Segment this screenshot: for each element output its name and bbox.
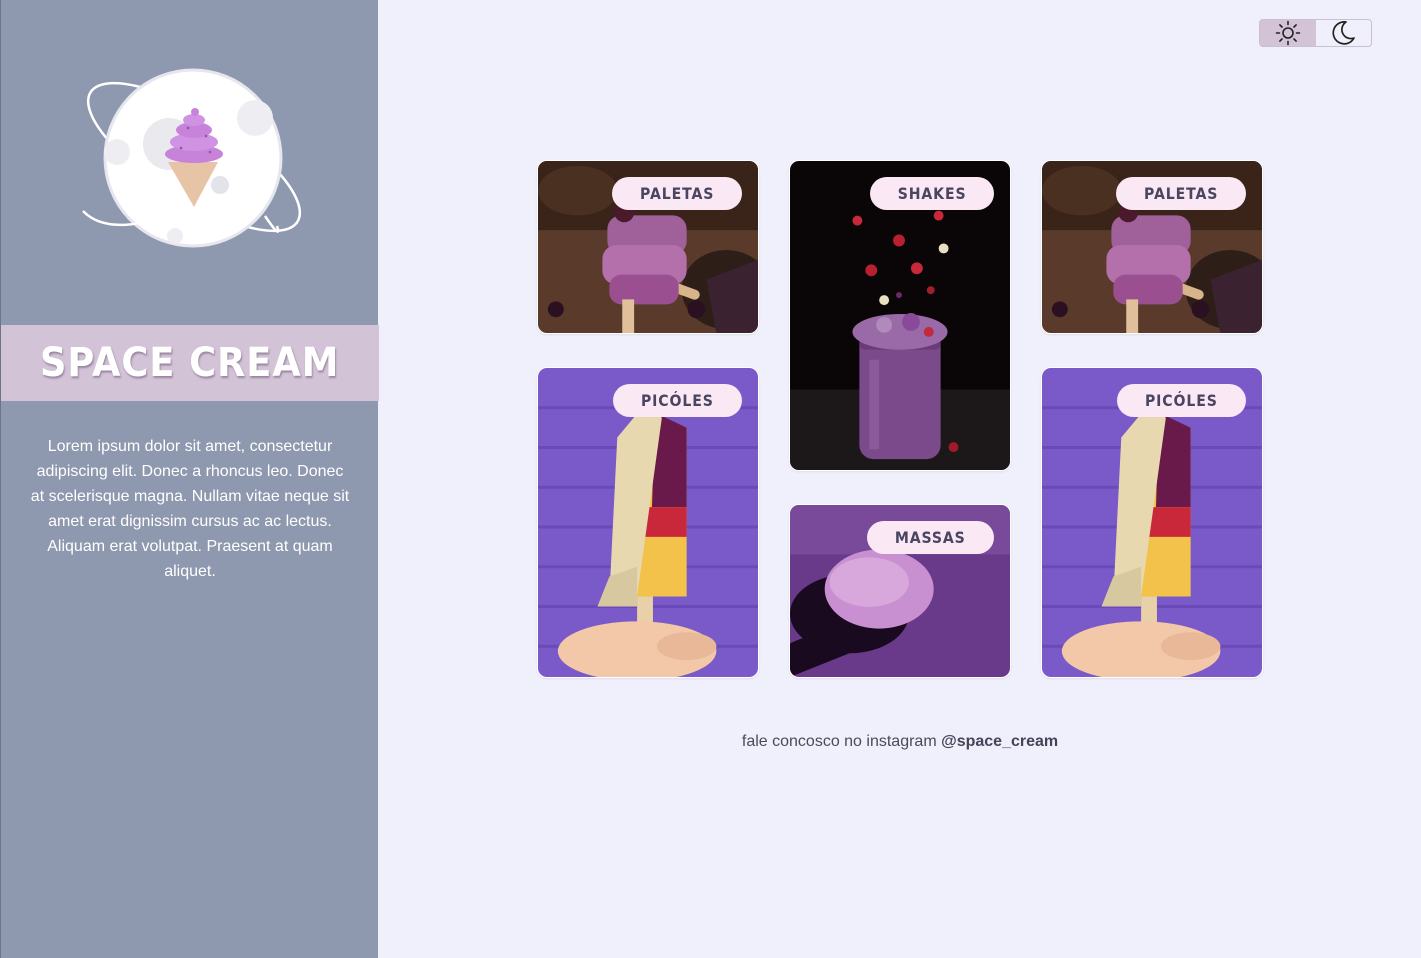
theme-toggle	[1259, 19, 1372, 47]
dark-theme-button[interactable]	[1316, 20, 1372, 46]
category-badge: SHAKES	[869, 177, 994, 210]
category-badge: PICÓLES	[1117, 384, 1246, 417]
ice-cream-planet-icon	[77, 66, 313, 252]
sun-icon	[1275, 20, 1301, 46]
category-badge: MASSAS	[867, 521, 994, 554]
light-theme-button[interactable]	[1260, 20, 1316, 46]
category-card-picoles[interactable]: PICÓLES	[1041, 367, 1263, 678]
category-card-massas[interactable]: MASSAS	[789, 504, 1011, 678]
category-card-paletas[interactable]: PALETAS	[537, 160, 759, 334]
instagram-handle-link[interactable]: @space_cream	[941, 733, 1058, 750]
brand-banner: SPACE CREAM	[1, 325, 379, 401]
category-badge: PALETAS	[611, 177, 742, 210]
moon-icon	[1332, 21, 1356, 45]
brand-description: Lorem ipsum dolor sit amet, consectetur …	[30, 438, 350, 580]
sidebar: SPACE CREAM Lorem ipsum dolor sit amet, …	[0, 0, 379, 958]
instagram-footer: fale concosco no instagram @space_cream	[600, 733, 1200, 751]
category-card-picoles[interactable]: PICÓLES	[537, 367, 759, 678]
category-card-paletas[interactable]: PALETAS	[1041, 160, 1263, 334]
category-card-shakes[interactable]: SHAKES	[789, 160, 1011, 471]
category-badge: PICÓLES	[613, 384, 742, 417]
brand-title: SPACE CREAM	[40, 340, 340, 386]
footer-text: fale concosco no instagram	[741, 733, 942, 750]
category-badge: PALETAS	[1115, 177, 1246, 210]
